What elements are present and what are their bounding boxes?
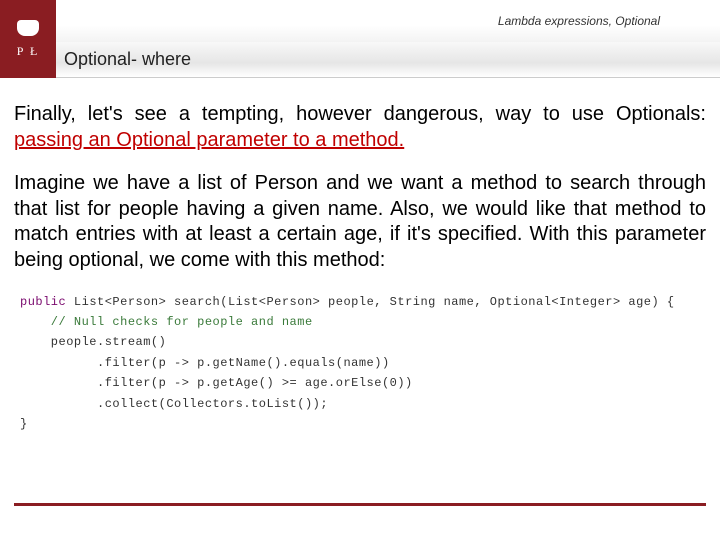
code-sample: public List<Person> search(List<Person> … [14,292,706,435]
code-signature: List<Person> search(List<Person> people,… [66,295,674,309]
logo-letters: P Ł [17,44,40,59]
code-line-6: .collect(Collectors.toList()); [20,397,328,411]
footer-rule [14,503,706,506]
paragraph-1-lead: Finally, let's see a tempting, however d… [14,103,706,125]
code-comment: // Null checks for people and name [20,315,313,329]
code-line-4: .filter(p -> p.getName().equals(name)) [20,356,390,370]
paragraph-1-emphasis: passing an Optional parameter to a metho… [14,129,404,151]
slide-body: Finally, let's see a tempting, however d… [0,78,720,444]
university-logo: P Ł [0,0,56,78]
paragraph-1: Finally, let's see a tempting, however d… [14,102,706,153]
section-title-bar: Optional- where [0,42,720,78]
code-keyword: public [20,295,66,309]
code-line-3: people.stream() [20,335,166,349]
eagle-icon [17,20,39,36]
section-title: Optional- where [64,49,191,70]
code-line-7: } [20,417,28,431]
code-line-5: .filter(p -> p.getAge() >= age.orElse(0)… [20,376,413,390]
top-bar: Lambda expressions, Optional [0,0,720,42]
breadcrumb: Lambda expressions, Optional [0,0,720,42]
paragraph-2: Imagine we have a list of Person and we … [14,171,706,273]
